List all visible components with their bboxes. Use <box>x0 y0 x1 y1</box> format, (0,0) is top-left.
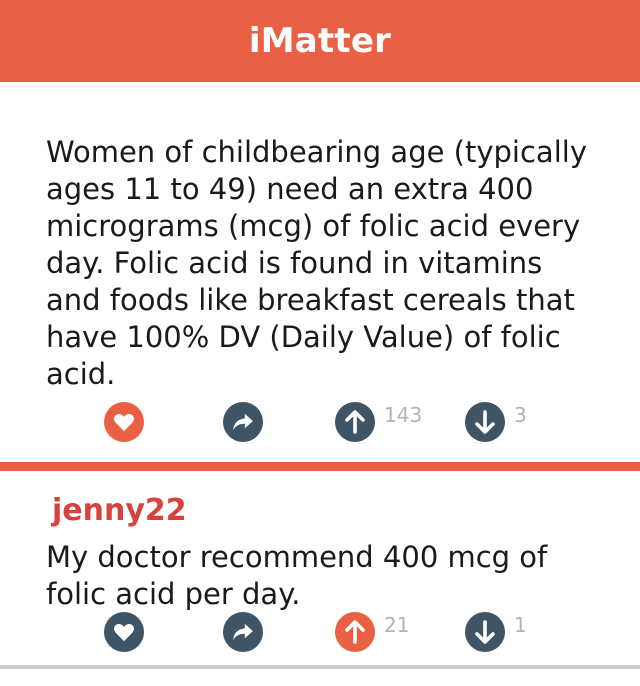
comment-like-button[interactable] <box>104 612 144 652</box>
post-upvote-count: 143 <box>384 403 423 427</box>
comment-username[interactable]: jenny22 <box>52 493 594 529</box>
upvote-icon <box>335 612 375 652</box>
share-icon <box>223 402 263 442</box>
comment-share-button[interactable] <box>223 612 263 652</box>
post-share-button[interactable] <box>223 402 263 442</box>
heart-icon <box>104 402 144 442</box>
comment-downvote-button[interactable]: 1 <box>465 612 527 652</box>
post-like-button[interactable] <box>104 402 144 442</box>
section-divider <box>0 462 640 471</box>
comment-actions: 21 1 <box>0 612 640 672</box>
post-downvote-count: 3 <box>514 403 527 427</box>
post-upvote-button[interactable]: 143 <box>335 402 422 442</box>
comment-text: My doctor recommend 400 mcg of folic aci… <box>46 540 548 611</box>
comment-upvote-button[interactable]: 21 <box>335 612 409 652</box>
post-downvote-button[interactable]: 3 <box>465 402 527 442</box>
app-header: iMatter <box>0 0 640 82</box>
bottom-divider <box>0 665 640 669</box>
comment-downvote-count: 1 <box>514 613 527 637</box>
downvote-icon <box>465 612 505 652</box>
heart-icon <box>104 612 144 652</box>
post-card: Women of childbearing age (typically age… <box>0 82 640 402</box>
share-icon <box>223 612 263 652</box>
post-actions: 143 3 <box>0 402 640 462</box>
upvote-icon <box>335 402 375 442</box>
downvote-icon <box>465 402 505 442</box>
comment-upvote-count: 21 <box>384 613 410 637</box>
app-title: iMatter <box>248 21 392 61</box>
post-text: Women of childbearing age (typically age… <box>46 135 587 391</box>
